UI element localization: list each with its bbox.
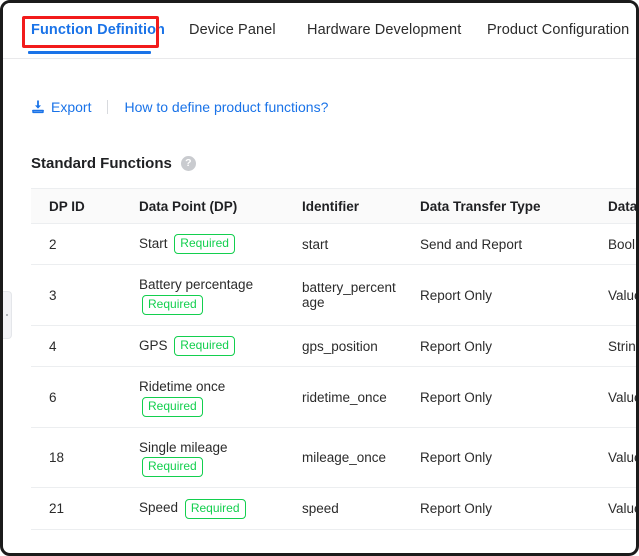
- cell-identifier: battery_percentage: [284, 264, 402, 326]
- cell-dp-id: 2: [31, 223, 121, 266]
- app-window: Function Definition Device Panel Hardwar…: [0, 0, 639, 556]
- action-toolbar: Export How to define product functions?: [31, 97, 328, 117]
- cell-dp-id: 18: [31, 427, 121, 489]
- data-point-name: Speed: [139, 500, 179, 516]
- active-tab-underline: [28, 51, 151, 54]
- cell-identifier: ridetime_once: [284, 366, 402, 428]
- cell-identifier: start: [284, 223, 402, 266]
- required-badge: Required: [174, 336, 235, 357]
- table-row[interactable]: 2 Start Required start Send and Report Bool: [31, 223, 636, 266]
- cell-data-point: Ridetime once Required: [121, 366, 284, 428]
- required-badge: Required: [184, 498, 246, 519]
- cell-dp-id: 3: [31, 264, 121, 326]
- required-badge: Required: [142, 457, 203, 478]
- data-point-name: Start: [139, 236, 168, 251]
- cell-data-type: Value: [590, 487, 636, 530]
- cell-dp-id: 6: [31, 366, 121, 428]
- cell-transfer-type: Report Only: [402, 427, 590, 489]
- tab-product-configuration[interactable]: Product Configuration: [487, 22, 629, 38]
- table-body: 2 Start Required start Send and Report Bool 3…: [31, 223, 636, 530]
- column-header-data-point: Data Point (DP): [121, 188, 284, 224]
- cell-transfer-type: Report Only: [402, 487, 590, 530]
- cell-data-type: Value: [590, 427, 636, 489]
- cell-identifier: speed: [284, 487, 402, 530]
- help-circle-icon[interactable]: ?: [180, 156, 196, 171]
- table-header: DP ID Data Point (DP) Identifier Data Tr…: [31, 188, 636, 224]
- cell-data-point: Start Required: [121, 223, 284, 266]
- cell-dp-id: 4: [31, 325, 121, 368]
- how-to-define-link[interactable]: How to define product functions?: [124, 99, 328, 115]
- required-badge: Required: [142, 294, 203, 315]
- cell-data-type: Value: [590, 366, 636, 428]
- required-badge: Required: [142, 396, 203, 417]
- table-header-row: DP ID Data Point (DP) Identifier Data Tr…: [31, 188, 636, 224]
- data-point-name: Ridetime once: [139, 379, 226, 395]
- tab-function-definition[interactable]: Function Definition: [31, 22, 165, 38]
- column-header-data-type: Data Type: [590, 188, 636, 224]
- standard-functions-table: DP ID Data Point (DP) Identifier Data Tr…: [31, 188, 636, 530]
- table-row[interactable]: 18 Single mileage Required mileage_once Rep…: [31, 427, 636, 489]
- column-header-identifier: Identifier: [284, 188, 402, 224]
- section-header: Standard Functions ?: [31, 155, 196, 172]
- data-point-name: Battery percentage: [139, 277, 254, 293]
- export-label: Export: [51, 99, 92, 115]
- page-title: Standard Functions: [31, 155, 172, 172]
- sidebar-collapse-handle[interactable]: [3, 291, 12, 339]
- cell-identifier: gps_position: [284, 325, 402, 368]
- cell-transfer-type: Report Only: [402, 264, 590, 326]
- table-row[interactable]: 4 GPS Required gps_position Report Only Stri…: [31, 325, 636, 368]
- cell-data-type: String: [590, 325, 636, 368]
- cell-data-type: Value: [590, 264, 636, 326]
- cell-data-point: Speed Required: [121, 487, 284, 530]
- column-header-dp-id: DP ID: [31, 188, 121, 224]
- download-icon: [31, 100, 45, 114]
- tab-device-panel[interactable]: Device Panel: [189, 22, 276, 38]
- tab-bar: Function Definition Device Panel Hardwar…: [3, 3, 636, 59]
- cell-data-point: Battery percentage Required: [121, 264, 284, 326]
- cell-transfer-type: Report Only: [402, 366, 590, 428]
- toolbar-divider: [107, 100, 109, 114]
- column-header-transfer-type: Data Transfer Type: [402, 188, 590, 224]
- cell-transfer-type: Report Only: [402, 325, 590, 368]
- required-badge: Required: [174, 234, 235, 255]
- cell-identifier: mileage_once: [284, 427, 402, 489]
- data-point-name: GPS: [139, 337, 168, 353]
- table-row[interactable]: 3 Battery percentage Required battery_perc…: [31, 264, 636, 326]
- cell-data-point: GPS Required: [121, 325, 284, 368]
- tab-hardware-development[interactable]: Hardware Development: [307, 22, 461, 38]
- cell-dp-id: 21: [31, 487, 121, 530]
- table-row[interactable]: 21 Speed Required speed Report Only Value: [31, 487, 636, 530]
- cell-transfer-type: Send and Report: [402, 223, 590, 266]
- export-button[interactable]: Export: [31, 99, 91, 115]
- table-row[interactable]: 6 Ridetime once Required ridetime_once Repo…: [31, 366, 636, 428]
- data-point-name: Single mileage: [139, 439, 228, 455]
- cell-data-point: Single mileage Required: [121, 427, 284, 489]
- cell-data-type: Bool: [590, 223, 636, 266]
